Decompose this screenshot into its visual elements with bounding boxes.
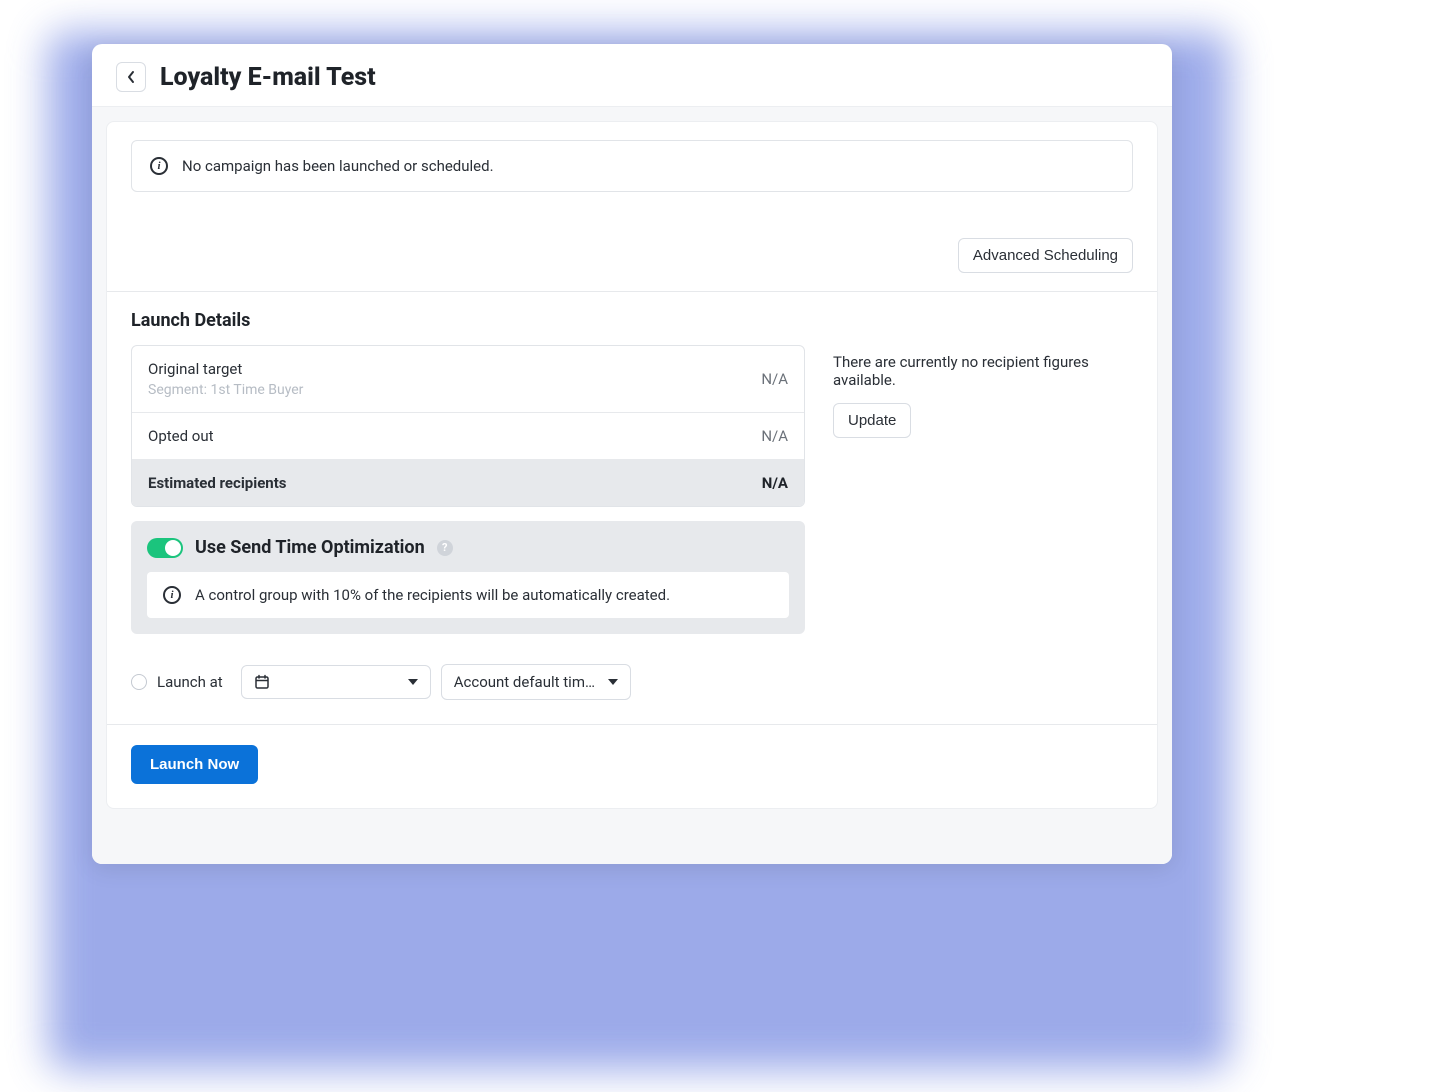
launch-at-row: Launch at Account default time z… (131, 664, 1133, 700)
calendar-icon (254, 674, 270, 690)
details-row-opted-out: Opted out N/A (132, 413, 804, 460)
send-time-optimization-box: Use Send Time Optimization ? i A control… (131, 521, 805, 634)
back-button[interactable] (116, 62, 146, 92)
chevron-down-icon (408, 679, 418, 685)
status-banner: i No campaign has been launched or sched… (131, 140, 1133, 192)
details-label: Estimated recipients (148, 474, 287, 492)
status-banner-text: No campaign has been launched or schedul… (182, 157, 494, 175)
sto-note: i A control group with 10% of the recipi… (147, 572, 789, 618)
details-table: Original target Segment: 1st Time Buyer … (131, 345, 805, 507)
details-sublabel: Segment: 1st Time Buyer (148, 382, 303, 398)
launch-at-radio[interactable] (131, 674, 147, 690)
details-label: Original target (148, 360, 303, 378)
details-label: Opted out (148, 427, 214, 445)
page-title: Loyalty E-mail Test (160, 63, 376, 92)
launch-now-button[interactable]: Launch Now (131, 745, 258, 784)
update-button[interactable]: Update (833, 403, 911, 438)
launch-date-picker[interactable] (241, 665, 431, 699)
launch-details-heading: Launch Details (131, 310, 1133, 331)
sto-title: Use Send Time Optimization (195, 537, 425, 558)
sto-toggle[interactable] (147, 538, 183, 558)
no-recipient-figures-text: There are currently no recipient figures… (833, 353, 1133, 389)
divider (107, 291, 1157, 292)
details-row-original-target: Original target Segment: 1st Time Buyer … (132, 346, 804, 413)
info-icon: i (163, 586, 181, 604)
details-value: N/A (762, 474, 788, 492)
details-value: N/A (761, 427, 788, 445)
chevron-down-icon (608, 679, 618, 685)
sto-note-text: A control group with 10% of the recipien… (195, 586, 670, 604)
advanced-scheduling-button[interactable]: Advanced Scheduling (958, 238, 1133, 273)
details-value: N/A (761, 370, 788, 388)
help-icon[interactable]: ? (437, 540, 453, 556)
chevron-left-icon (126, 70, 136, 84)
details-row-estimated: Estimated recipients N/A (132, 460, 804, 506)
campaign-launch-window: Loyalty E-mail Test i No campaign has be… (92, 44, 1172, 864)
body-scroll-area[interactable]: i No campaign has been launched or sched… (92, 107, 1172, 864)
divider (107, 724, 1157, 725)
main-panel: i No campaign has been launched or sched… (106, 121, 1158, 809)
timezone-value: Account default time z… (454, 673, 598, 691)
info-icon: i (150, 157, 168, 175)
timezone-select[interactable]: Account default time z… (441, 664, 631, 700)
launch-at-label: Launch at (157, 673, 223, 691)
titlebar: Loyalty E-mail Test (92, 44, 1172, 107)
